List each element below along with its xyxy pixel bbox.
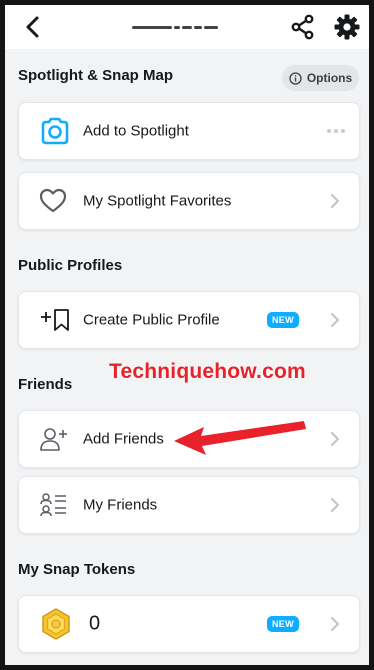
chevron-right-icon — [330, 431, 340, 447]
snap-tokens-item[interactable]: 0 NEW — [18, 595, 360, 653]
back-arrow-icon[interactable] — [21, 15, 45, 39]
top-bar — [5, 5, 369, 49]
spotlight-favorites-item[interactable]: My Spotlight Favorites — [18, 172, 360, 230]
chevron-right-icon — [330, 497, 340, 513]
add-friend-icon — [40, 428, 67, 451]
add-to-spotlight-label: Add to Spotlight — [83, 122, 189, 140]
heart-icon — [39, 188, 67, 213]
share-icon[interactable] — [290, 14, 316, 40]
gear-icon[interactable] — [333, 13, 361, 41]
my-friends-item[interactable]: My Friends — [18, 476, 360, 534]
add-friends-label: Add Friends — [83, 430, 164, 448]
section-title-friends: Friends — [18, 376, 73, 393]
spotlight-favorites-label: My Spotlight Favorites — [83, 192, 232, 210]
create-public-profile-item[interactable]: Create Public Profile NEW — [18, 291, 360, 349]
new-badge: NEW — [267, 312, 299, 328]
section-title-public-profiles: Public Profiles — [18, 257, 123, 274]
chevron-right-icon — [330, 312, 340, 328]
screen-frame: Spotlight & Snap Map Options Add to Spot… — [0, 0, 374, 670]
camera-icon — [41, 117, 69, 145]
new-badge: NEW — [267, 616, 299, 632]
snap-token-coin-icon — [42, 608, 70, 640]
chevron-right-icon — [330, 193, 340, 209]
add-to-spotlight-item[interactable]: Add to Spotlight — [18, 102, 360, 160]
more-options-icon[interactable] — [327, 129, 345, 133]
options-button[interactable]: Options — [282, 65, 359, 91]
tokens-count: 0 — [89, 612, 101, 635]
friends-list-icon — [40, 493, 66, 517]
section-title-spotlight: Spotlight & Snap Map — [18, 67, 173, 84]
my-friends-label: My Friends — [83, 496, 158, 514]
watermark-text: Techniquehow.com — [109, 360, 306, 383]
info-icon — [289, 71, 302, 85]
options-label: Options — [306, 71, 353, 85]
create-public-profile-label: Create Public Profile — [83, 311, 220, 329]
redacted-title — [132, 21, 218, 33]
chevron-right-icon — [330, 616, 340, 632]
add-bookmark-icon — [41, 309, 69, 331]
red-annotation-arrow — [174, 421, 306, 455]
section-title-snap-tokens: My Snap Tokens — [18, 561, 136, 578]
